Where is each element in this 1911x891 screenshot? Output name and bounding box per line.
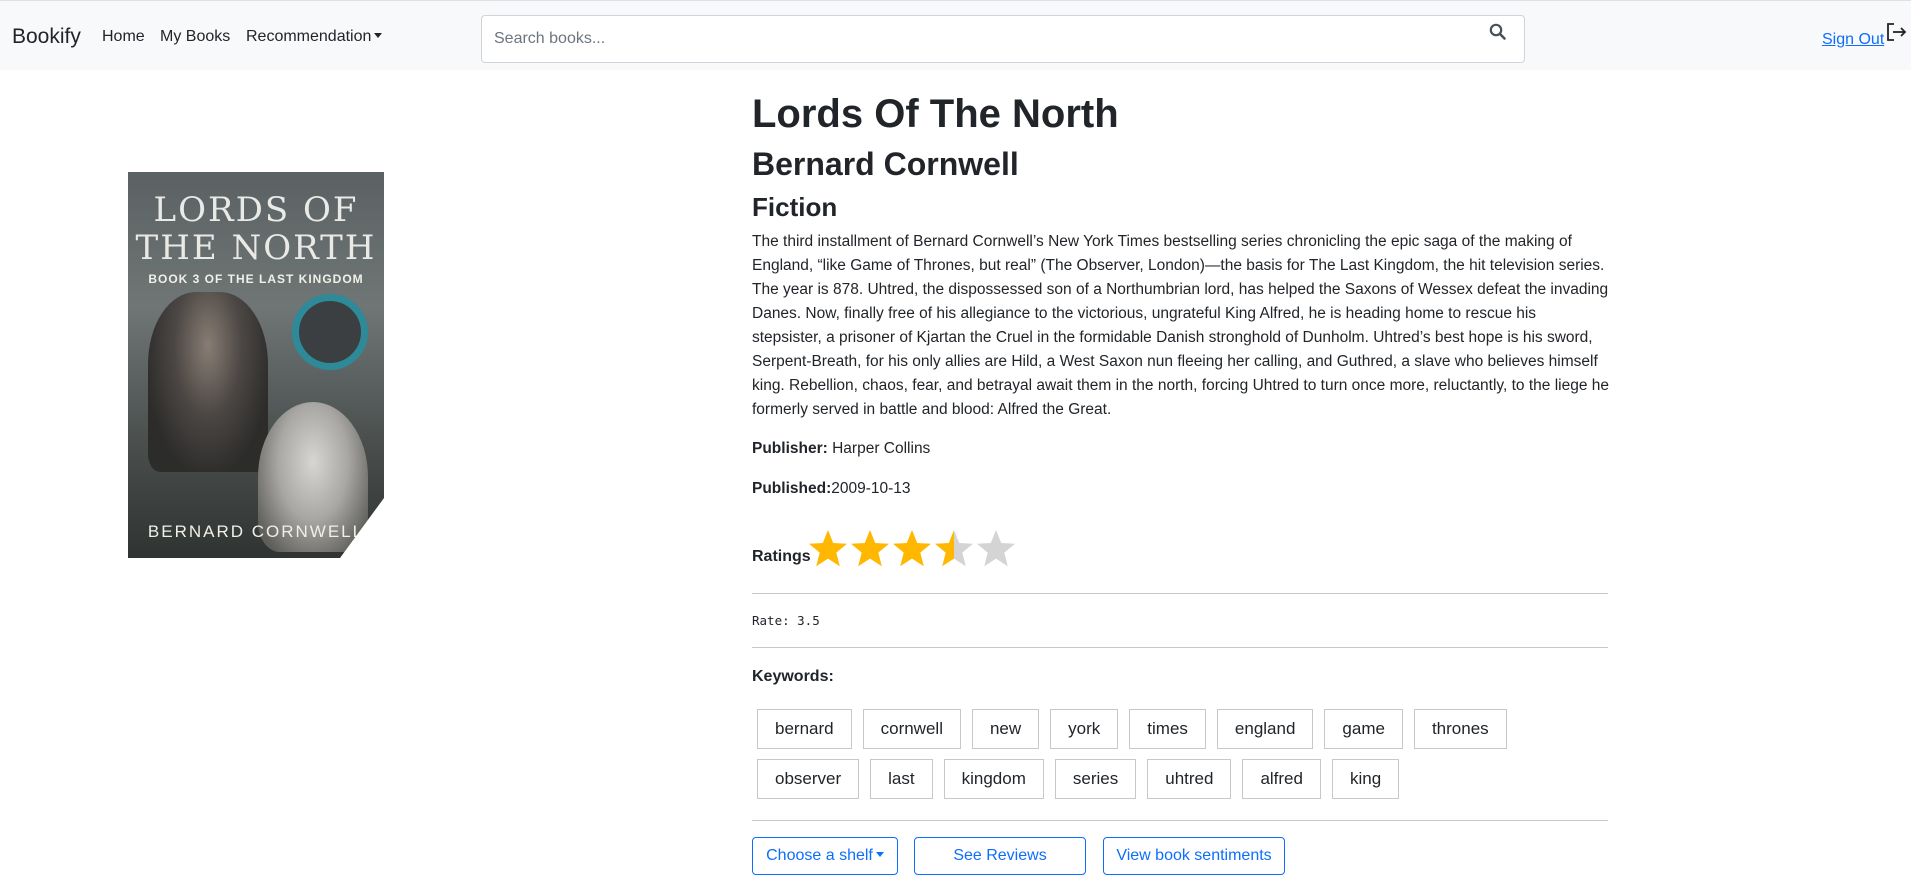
nav-link-my-books[interactable]: My Books [160, 28, 230, 46]
keywords-label: Keywords: [752, 668, 834, 685]
choose-shelf-label: Choose a shelf [766, 847, 873, 864]
keyword-tag[interactable]: york [1050, 709, 1119, 749]
search-icon[interactable] [1488, 22, 1508, 42]
keyword-tag[interactable]: england [1216, 709, 1314, 749]
published-value: 2009-10-13 [831, 480, 911, 497]
keyword-tag[interactable]: thrones [1413, 709, 1507, 749]
published-info: Published:2009-10-13 [752, 480, 911, 498]
search-box [481, 15, 1525, 63]
keyword-tag[interactable]: alfred [1242, 759, 1321, 799]
keyword-tag[interactable]: new [971, 709, 1040, 749]
book-title: Lords Of The North [752, 92, 1119, 136]
publisher-label: Publisher: [752, 440, 828, 457]
divider [752, 820, 1608, 821]
cover-warrior-illustration [148, 292, 268, 472]
keyword-row: bernard cornwell new york times england game th… [757, 709, 1507, 749]
cover-title-line-1: LORDS OF [153, 190, 359, 230]
star-icon[interactable] [933, 528, 975, 570]
keyword-tag[interactable]: series [1054, 759, 1137, 799]
view-sentiments-button[interactable]: View book sentiments [1103, 837, 1285, 875]
book-description: The third installment of Bernard Cornwel… [752, 233, 1610, 418]
rate-value: Rate: 3.5 [752, 613, 820, 628]
choose-shelf-dropdown[interactable]: Choose a shelf [752, 837, 898, 875]
keyword-tag[interactable]: king [1331, 759, 1400, 799]
nav-dropdown-recommendation[interactable]: Recommendation [246, 28, 383, 46]
keyword-row: observer last kingdom series uhtred alfred kin… [757, 759, 1400, 799]
chevron-down-icon [875, 852, 884, 857]
keyword-tag[interactable]: game [1324, 709, 1403, 749]
cover-title-line-2: THE NORTH [135, 228, 377, 268]
cover-page-curl [340, 498, 384, 558]
keyword-tag[interactable]: last [870, 759, 933, 799]
keyword-tag[interactable]: cornwell [862, 709, 961, 749]
search-input[interactable] [494, 26, 1454, 52]
keyword-tag[interactable]: observer [757, 759, 860, 799]
star-icon[interactable] [849, 528, 891, 570]
keyword-tag[interactable]: uhtred [1147, 759, 1232, 799]
navbar: Bookify Home My Books Recommendation Sig… [0, 0, 1911, 70]
ratings-label: Ratings [752, 548, 811, 565]
divider [752, 647, 1608, 648]
star-rating[interactable] [807, 528, 1017, 572]
cover-seal-badge [292, 294, 368, 370]
chevron-down-icon [374, 33, 383, 38]
nav-dropdown-label: Recommendation [246, 28, 372, 45]
keyword-tag[interactable]: bernard [757, 709, 852, 749]
published-label: Published: [752, 480, 832, 497]
star-icon[interactable] [891, 528, 933, 570]
divider [752, 593, 1608, 594]
cover-subtitle: BOOK 3 OF THE LAST KINGDOM [148, 272, 364, 286]
brand-logo[interactable]: Bookify [12, 25, 81, 49]
star-icon[interactable] [807, 528, 849, 570]
keyword-tag[interactable]: times [1129, 709, 1206, 749]
book-author: Bernard Cornwell [752, 146, 1019, 182]
publisher-info: Publisher: Harper Collins [752, 440, 930, 458]
book-cover-image: LORDS OF THE NORTH BOOK 3 OF THE LAST KI… [128, 172, 384, 558]
sign-out-link[interactable]: Sign Out [1822, 31, 1884, 49]
nav-link-home[interactable]: Home [102, 28, 145, 46]
keyword-tag[interactable]: kingdom [943, 759, 1044, 799]
publisher-value: Harper Collins [832, 440, 931, 457]
logout-icon[interactable] [1885, 21, 1907, 43]
see-reviews-button[interactable]: See Reviews [914, 837, 1086, 875]
book-genre: Fiction [752, 192, 838, 222]
star-icon[interactable] [975, 528, 1017, 570]
